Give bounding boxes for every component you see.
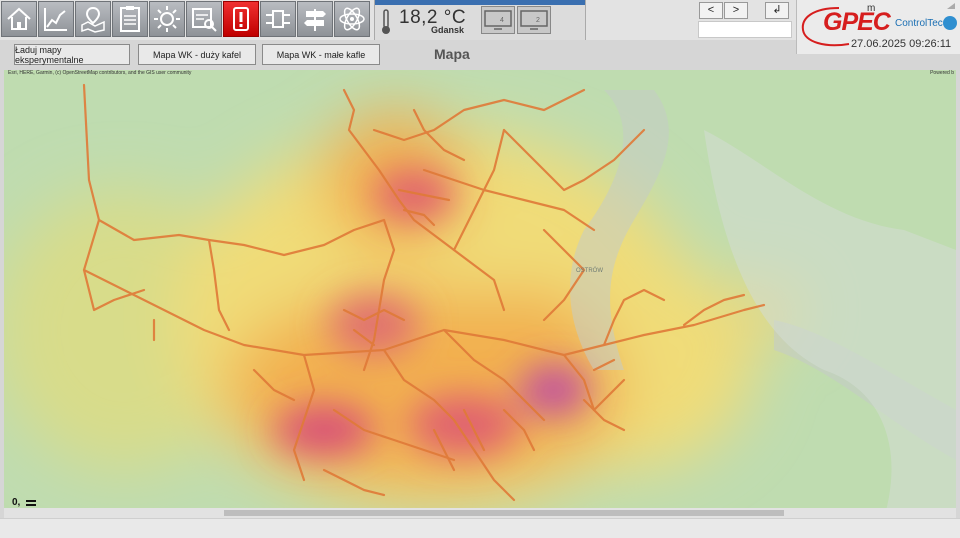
signpost-icon: [304, 9, 326, 31]
map-pin-icon: [81, 6, 105, 33]
chart-icon: [44, 8, 67, 31]
controltec-icon: [943, 16, 957, 30]
alarm-icon: [233, 7, 249, 31]
signpost-button[interactable]: [297, 1, 333, 37]
network-button[interactable]: [260, 1, 296, 37]
map-horizontal-scrollbar[interactable]: [4, 508, 956, 518]
page-title: Mapa: [434, 46, 470, 62]
brand-panel: GPEC m ControlTec 27.06.2025 09:26:11: [796, 0, 960, 54]
analysis-icon: [192, 8, 217, 32]
map-scale-bar: [26, 500, 36, 506]
atom-button[interactable]: [334, 1, 370, 37]
map-scale-label: 0,: [12, 497, 21, 508]
weather-strip: [375, 0, 585, 5]
home-button[interactable]: [1, 1, 37, 37]
screen-4-button[interactable]: 4: [481, 6, 515, 34]
home-icon: [7, 7, 31, 30]
analysis-button[interactable]: [186, 1, 222, 37]
sun-icon: [154, 6, 180, 32]
alarms-button[interactable]: [223, 1, 259, 37]
map-powered-by: Powered b: [930, 70, 954, 76]
map-view-button[interactable]: [75, 1, 111, 37]
atom-icon: [339, 7, 365, 31]
next-button[interactable]: >: [724, 2, 748, 19]
map-canvas[interactable]: OSTRÓW: [4, 70, 956, 518]
enter-button[interactable]: ↲: [765, 2, 789, 19]
status-bar: [0, 518, 960, 538]
weather-city: Gdansk: [431, 25, 465, 35]
load-experimental-maps-button[interactable]: Ładuj mapy eksperymentalne: [14, 44, 130, 65]
thermometer-icon: [382, 9, 390, 34]
scrollbar-thumb[interactable]: [224, 510, 784, 516]
screen-2-label: 2: [536, 17, 540, 24]
command-field[interactable]: [698, 21, 792, 38]
district-label: OSTRÓW: [576, 267, 603, 274]
reports-button[interactable]: [112, 1, 148, 37]
datetime-display: 27.06.2025 09:26:11: [851, 38, 952, 50]
report-icon: [120, 6, 140, 32]
weather-widget: 18,2 °C Gdansk: [374, 0, 586, 40]
screen-4-label: 4: [500, 17, 504, 24]
small-tiles-map-button[interactable]: Mapa WK - małe kafle: [262, 44, 380, 65]
user-name: m: [867, 3, 876, 14]
weather-button[interactable]: [149, 1, 185, 37]
charts-button[interactable]: [38, 1, 74, 37]
prev-button[interactable]: <: [699, 2, 723, 19]
controltec-logo: ControlTec: [895, 18, 943, 29]
large-tile-map-button[interactable]: Mapa WK - duży kafel: [138, 44, 256, 65]
monitor-icon: 4: [484, 10, 512, 30]
heat-network-map[interactable]: OSTRÓW Esri, HERE, Garmin, (c) OpenStree…: [4, 70, 956, 518]
signal-icon: [947, 3, 955, 9]
screen-2-button[interactable]: 2: [517, 6, 551, 34]
network-icon: [266, 10, 290, 28]
monitor-icon: 2: [520, 10, 548, 30]
gpec-logo: GPEC: [823, 8, 891, 36]
map-attribution: Esri, HERE, Garmin, (c) OpenStreetMap co…: [8, 70, 192, 76]
